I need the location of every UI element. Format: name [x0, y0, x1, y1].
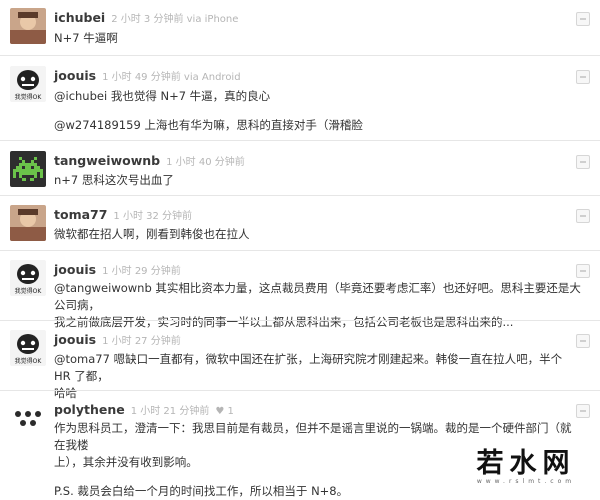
comment-timestamp: 1 小时 49 分钟前 via Android: [102, 72, 241, 83]
comment-timestamp: 2 小时 3 分钟前 via iPhone: [111, 14, 239, 25]
comment-line: N+7 牛逼啊: [54, 31, 118, 45]
comment-timestamp: 1 小时 29 分钟前: [102, 266, 181, 277]
comment-line: @tangweiwownb 其实相比资本力量，这点裁员费用（毕竟还要考虑汇率）也…: [54, 281, 581, 312]
comment-timestamp: 1 小时 32 分钟前: [113, 211, 193, 222]
reply-icon[interactable]: [576, 264, 590, 278]
comment-item: ichubei 2 小时 3 分钟前 via iPhone N+7 牛逼啊: [0, 0, 600, 55]
avatar[interactable]: [10, 205, 46, 241]
comment-meta: joouis 1 小时 29 分钟前: [54, 262, 181, 277]
avatar-caption: 我觉得OK: [14, 94, 42, 101]
thanks-count: ♥ 1: [215, 406, 234, 417]
comment-body: 微软都在招人啊，刚看到韩俊也在拉人: [54, 226, 582, 243]
comment-thread: ichubei 2 小时 3 分钟前 via iPhone N+7 牛逼啊我觉得OK…: [0, 0, 600, 498]
comment-item: 我觉得OK joouis 1 小时 49 分钟前 via Android @ichub…: [0, 55, 600, 140]
reply-icon[interactable]: [576, 70, 590, 84]
comment-line: @ichubei 我也觉得 N+7 牛逼，真的良心: [54, 89, 271, 103]
reply-icon[interactable]: [576, 209, 590, 223]
reply-icon[interactable]: [576, 404, 590, 418]
author-name[interactable]: joouis: [54, 332, 96, 347]
comment-item: tangweiwownb 1 小时 40 分钟前 n+7 思科这次号出血了: [0, 140, 600, 195]
author-name[interactable]: polythene: [54, 402, 125, 417]
comment-item: toma77 1 小时 32 分钟前微软都在招人啊，刚看到韩俊也在拉人: [0, 195, 600, 250]
comment-timestamp: 1 小时 40 分钟前: [166, 157, 245, 168]
comment-item: 我觉得OK joouis 1 小时 29 分钟前 @tangweiwownb 其实相比…: [0, 250, 600, 329]
comment-line: @toma77 嗯缺口一直都有，微软中国还在扩张，上海研究院才刚建起来。韩俊一直…: [54, 352, 563, 383]
avatar-caption: 我觉得OK: [14, 358, 42, 365]
avatar[interactable]: [10, 8, 46, 44]
comment-body: n+7 思科这次号出血了: [54, 172, 582, 189]
site-watermark-logo: 若水网 www.rslmt.com: [462, 450, 590, 486]
comment-meta: toma77 1 小时 32 分钟前: [54, 207, 192, 222]
author-name[interactable]: toma77: [54, 207, 107, 222]
author-name[interactable]: joouis: [54, 262, 96, 277]
comment-timestamp: 1 小时 27 分钟前: [102, 336, 181, 347]
avatar-caption: 我觉得OK: [14, 288, 42, 295]
author-name[interactable]: ichubei: [54, 10, 105, 25]
comment-meta: joouis 1 小时 49 分钟前 via Android: [54, 68, 241, 83]
comment-item: 我觉得OK joouis 1 小时 27 分钟前 @toma77 嗯缺口一直都有，微软…: [0, 320, 600, 400]
avatar[interactable]: [10, 151, 46, 187]
reply-icon[interactable]: [576, 334, 590, 348]
comment-line: @w274189159 上海也有华为嘛，思科的直接对手（滑稽脸: [54, 118, 363, 132]
author-name[interactable]: tangweiwownb: [54, 153, 160, 168]
comment-line: 微软都在招人啊，刚看到韩俊也在拉人: [54, 227, 250, 241]
comment-timestamp: 1 小时 21 分钟前: [130, 406, 210, 417]
watermark-subtext: www.rslmt.com: [476, 478, 576, 485]
comment-body: @ichubei 我也觉得 N+7 牛逼，真的良心 @w274189159 上海也…: [54, 88, 582, 134]
comment-meta: polythene 1 小时 21 分钟前 ♥ 1: [54, 402, 234, 417]
watermark-text: 若水网: [476, 448, 576, 479]
comment-body: N+7 牛逼啊: [54, 30, 582, 47]
avatar[interactable]: [10, 400, 46, 436]
comment-line: n+7 思科这次号出血了: [54, 173, 174, 187]
comment-meta: ichubei 2 小时 3 分钟前 via iPhone: [54, 10, 238, 25]
reply-icon[interactable]: [576, 12, 590, 26]
comment-meta: tangweiwownb 1 小时 40 分钟前: [54, 153, 245, 168]
comment-line: [54, 105, 582, 117]
reply-icon[interactable]: [576, 155, 590, 169]
comment-meta: joouis 1 小时 27 分钟前: [54, 332, 181, 347]
author-name[interactable]: joouis: [54, 68, 96, 83]
